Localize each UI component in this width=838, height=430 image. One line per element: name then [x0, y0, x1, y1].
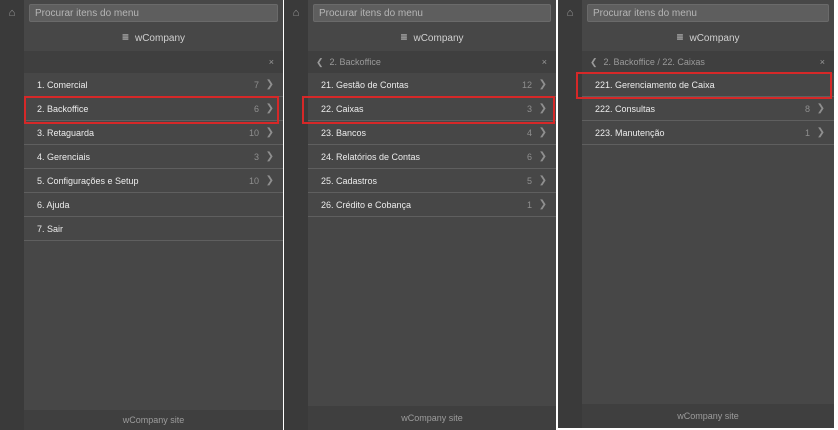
menu-item-label: 7. Sair: [37, 224, 64, 234]
chevron-right-icon: ❯: [265, 151, 274, 162]
chevron-right-icon: ❯: [265, 127, 274, 138]
brand-name: wCompany: [413, 33, 464, 44]
brand-header[interactable]: ≡ wCompany: [308, 26, 556, 48]
chevron-right-icon: ❯: [538, 199, 547, 210]
chevron-left-icon[interactable]: ❮: [590, 57, 598, 67]
menu-item-label: 25. Cadastros: [321, 176, 378, 186]
menu-container: ≡ wCompany ❮ 2. Backoffice × 21. Gestão de…: [308, 0, 556, 430]
menu-item-ajuda[interactable]: 6. Ajuda: [24, 193, 283, 217]
menu-panel-3: ⌂ ≡ wCompany ❮ 2. Backoffice / 22. Caixas …: [558, 0, 834, 428]
menu-item-label: 221. Gerenciamento de Caixa: [595, 80, 715, 90]
menu-item-count: 8: [804, 104, 810, 114]
menu-panel-1: ⌂ ≡ wCompany × 1. Comercial 7 ❯ 2. Backoffi…: [0, 0, 283, 430]
home-icon[interactable]: ⌂: [0, 7, 24, 19]
menu-panel-2: ⌂ ≡ wCompany ❮ 2. Backoffice × 21. Gestão …: [284, 0, 556, 430]
menu-item-count: 7: [253, 80, 259, 90]
menu-item-label: 21. Gestão de Contas: [321, 80, 409, 90]
menu-item-count: 1: [804, 128, 810, 138]
menu-item-count: 12: [521, 80, 532, 90]
close-icon[interactable]: ×: [269, 51, 274, 73]
breadcrumb[interactable]: 2. Backoffice: [330, 57, 381, 67]
brand-header[interactable]: ≡ wCompany: [582, 26, 834, 48]
submenu-header: ×: [24, 51, 283, 73]
menu-item-sair[interactable]: 7. Sair: [24, 217, 283, 241]
footer-link[interactable]: wCompany site: [308, 406, 556, 430]
menu-list: 21. Gestão de Contas 12 ❯ 22. Caixas 3 ❯ 23.…: [308, 73, 556, 217]
menu-item-label: 23. Bancos: [321, 128, 367, 138]
menu-item-count: 5: [526, 176, 532, 186]
menu-item-gerenciais[interactable]: 4. Gerenciais 3 ❯: [24, 145, 283, 169]
chevron-right-icon: ❯: [816, 127, 825, 138]
chevron-right-icon: ❯: [816, 103, 825, 114]
chevron-right-icon: ❯: [538, 175, 547, 186]
chevron-left-icon[interactable]: ❮: [316, 57, 324, 67]
footer-link[interactable]: wCompany site: [24, 410, 283, 430]
hamburger-icon[interactable]: ≡: [400, 30, 407, 44]
menu-item-label: 2. Backoffice: [37, 104, 89, 114]
search-input[interactable]: [29, 4, 278, 22]
hamburger-icon[interactable]: ≡: [676, 30, 683, 44]
submenu-header: ❮ 2. Backoffice / 22. Caixas ×: [582, 51, 834, 73]
menu-item-count: 6: [253, 104, 259, 114]
chevron-right-icon: ❯: [538, 79, 547, 90]
brand-name: wCompany: [134, 33, 186, 44]
menu-item-gestao-contas[interactable]: 21. Gestão de Contas 12 ❯: [308, 73, 556, 97]
menu-item-gerenciamento-caixa[interactable]: 221. Gerenciamento de Caixa: [582, 73, 834, 97]
menu-item-count: 1: [526, 200, 532, 210]
menu-item-count: 3: [526, 104, 532, 114]
menu-item-consultas[interactable]: 222. Consultas 8 ❯: [582, 97, 834, 121]
menu-item-bancos[interactable]: 23. Bancos 4 ❯: [308, 121, 556, 145]
menu-item-comercial[interactable]: 1. Comercial 7 ❯: [24, 73, 283, 97]
brand-header[interactable]: ≡ wCompany: [24, 26, 283, 48]
chevron-right-icon: ❯: [538, 103, 547, 114]
footer-link[interactable]: wCompany site: [582, 404, 834, 428]
brand-name: wCompany: [689, 33, 740, 44]
menu-item-count: 6: [526, 152, 532, 162]
menu-item-label: 26. Crédito e Cobança: [321, 200, 412, 210]
home-icon[interactable]: ⌂: [558, 7, 582, 19]
side-rail: ⌂: [0, 0, 24, 430]
menu-container: ≡ wCompany × 1. Comercial 7 ❯ 2. Backoffice…: [24, 0, 283, 430]
menu-item-count: 10: [248, 176, 259, 186]
menu-item-backoffice[interactable]: 2. Backoffice 6 ❯: [24, 97, 283, 121]
menu-item-label: 6. Ajuda: [37, 200, 70, 210]
menu-item-label: 22. Caixas: [321, 104, 364, 114]
menu-item-label: 1. Comercial: [37, 80, 88, 90]
menu-item-cadastros[interactable]: 25. Cadastros 5 ❯: [308, 169, 556, 193]
chevron-right-icon: ❯: [265, 79, 274, 90]
home-icon[interactable]: ⌂: [284, 7, 308, 19]
hamburger-icon[interactable]: ≡: [122, 30, 129, 44]
menu-item-credito-cobranca[interactable]: 26. Crédito e Cobança 1 ❯: [308, 193, 556, 217]
menu-list: 1. Comercial 7 ❯ 2. Backoffice 6 ❯ 3. Retagu…: [24, 73, 283, 241]
menu-item-label: 24. Relatórios de Contas: [321, 152, 421, 162]
menu-list: 221. Gerenciamento de Caixa 222. Consult…: [582, 73, 834, 145]
search-input[interactable]: [587, 4, 829, 22]
menu-item-count: 4: [526, 128, 532, 138]
chevron-right-icon: ❯: [538, 127, 547, 138]
side-rail: ⌂: [284, 0, 308, 430]
menu-item-label: 222. Consultas: [595, 104, 656, 114]
breadcrumb[interactable]: 2. Backoffice / 22. Caixas: [604, 57, 705, 67]
chevron-right-icon: ❯: [265, 103, 274, 114]
search-input[interactable]: [313, 4, 551, 22]
menu-item-relatorios-contas[interactable]: 24. Relatórios de Contas 6 ❯: [308, 145, 556, 169]
menu-item-configuracoes[interactable]: 5. Configurações e Setup 10 ❯: [24, 169, 283, 193]
close-icon[interactable]: ×: [820, 51, 825, 73]
menu-item-count: 10: [248, 128, 259, 138]
menu-item-caixas[interactable]: 22. Caixas 3 ❯: [308, 97, 556, 121]
chevron-right-icon: ❯: [265, 175, 274, 186]
chevron-right-icon: ❯: [538, 151, 547, 162]
menu-item-count: 3: [253, 152, 259, 162]
menu-item-label: 5. Configurações e Setup: [37, 176, 139, 186]
submenu-header: ❮ 2. Backoffice ×: [308, 51, 556, 73]
menu-item-manutencao[interactable]: 223. Manutenção 1 ❯: [582, 121, 834, 145]
menu-item-label: 223. Manutenção: [595, 128, 665, 138]
menu-container: ≡wCompany ❮2. Backoffice / 22. Caixas × …: [582, 0, 834, 428]
menu-item-label: 3. Retaguarda: [37, 128, 95, 138]
menu-item-label: 4. Gerenciais: [37, 152, 91, 162]
close-icon[interactable]: ×: [542, 51, 547, 73]
menu-item-retaguarda[interactable]: 3. Retaguarda 10 ❯: [24, 121, 283, 145]
side-rail: ⌂: [558, 0, 582, 428]
